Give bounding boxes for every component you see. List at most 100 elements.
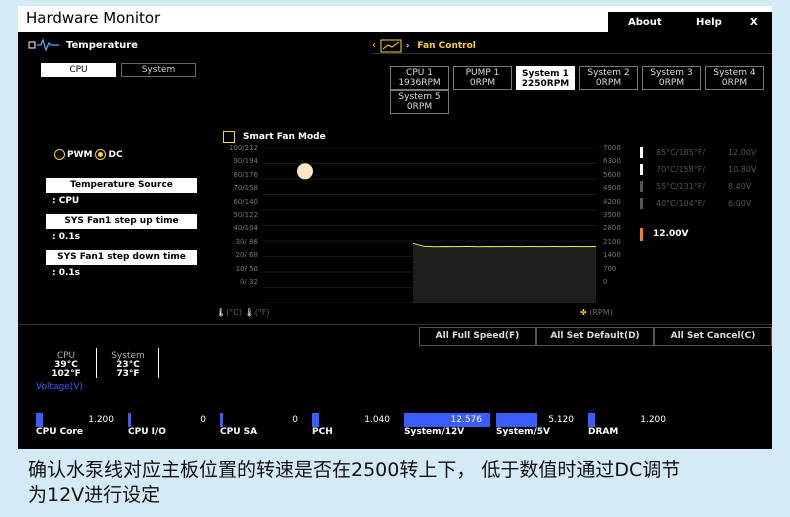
voltage-item: 1.040 PCH: [312, 413, 402, 437]
about-button[interactable]: About: [628, 17, 662, 28]
fan-point-voltage: 6.00V: [728, 199, 752, 208]
voltage-item: 12.576 System/12V: [404, 413, 494, 437]
fan-point-temp: 85°C/185°F/: [656, 148, 706, 157]
voltage-label-text: System/12V: [404, 427, 465, 437]
rpm-tick: 3500: [603, 211, 621, 219]
celsius-unit: (°C): [226, 308, 242, 317]
rpm-tick: 4900: [603, 184, 621, 193]
voltage-item: 5.120 System/5V: [496, 413, 586, 437]
fan-button[interactable]: System 2 0RPM: [579, 66, 638, 90]
rpm-legend: ✤ (RPM): [580, 308, 613, 317]
fahrenheit-unit: (°F): [254, 308, 270, 317]
temperature-header: Temperature: [28, 36, 138, 54]
monitor-divider: [96, 348, 97, 378]
step-up-button[interactable]: SYS Fan1 step up time: [46, 214, 197, 229]
fan-control-label: Fan Control: [417, 40, 476, 51]
fan-button[interactable]: PUMP 1 0RPM: [453, 66, 512, 90]
hardware-monitor-window: Hardware Monitor About Help X Temperatur…: [18, 6, 772, 449]
fan-point-marker[interactable]: [640, 198, 643, 209]
rpm-tick: 5600: [603, 170, 621, 179]
rpm-tick: 4200: [603, 197, 621, 206]
voltage-label-text: CPU I/O: [128, 427, 166, 437]
temperature-units-legend: 🌡(°C) 🌡(°F): [216, 308, 270, 317]
system-temp-f: 73°F: [116, 369, 140, 379]
step-down-button[interactable]: SYS Fan1 step down time: [46, 250, 197, 265]
voltage-value: 1.200: [88, 415, 114, 425]
temperature-tick: 40/104: [233, 224, 258, 233]
fan-point-marker[interactable]: [640, 181, 643, 192]
pwm-radio[interactable]: [54, 149, 65, 160]
caption: 确认水泵线对应主板位置的转速是否在2500转上下， 低于数值时通过DC调节 为1…: [28, 458, 768, 508]
monitor-divider-right: [158, 348, 159, 378]
fan-point-voltage: 10.80V: [728, 165, 757, 174]
rpm-tick: 2100: [603, 237, 621, 246]
voltage-bar-fill: [312, 413, 319, 427]
smart-fan-label: Smart Fan Mode: [243, 132, 326, 142]
thermometer-f-icon: 🌡: [244, 308, 255, 317]
fan-icon: ✤: [580, 308, 587, 317]
dc-label: DC: [108, 149, 123, 160]
close-button[interactable]: X: [750, 17, 758, 28]
fan-point-voltage: 12.00V: [728, 148, 757, 157]
voltage-value: 12.576: [450, 415, 483, 425]
fan-rpm: 0RPM: [406, 102, 433, 112]
mode-radio-group: PWM DC: [54, 149, 123, 160]
step-down-value: : 0.1s: [52, 268, 81, 278]
fan-point-marker[interactable]: [640, 147, 643, 158]
dc-radio[interactable]: [95, 149, 107, 160]
fan-name: PUMP 1: [465, 68, 500, 78]
fan-rpm: 1936RPM: [398, 78, 441, 88]
section-divider: [18, 324, 772, 325]
set-default-button[interactable]: All Set Default(D): [536, 327, 654, 346]
fan-button[interactable]: System 3 0RPM: [642, 66, 701, 90]
rpm-tick: 7000: [603, 144, 621, 152]
fan-button[interactable]: CPU 1 1936RPM: [390, 66, 449, 90]
fan-control-right-chevron-icon[interactable]: ›: [406, 41, 409, 50]
step-up-value: : 0.1s: [52, 232, 81, 242]
fan-name: System 4: [713, 68, 756, 78]
set-cancel-button[interactable]: All Set Cancel(C): [654, 327, 772, 346]
fan-button[interactable]: System 1 2250RPM: [516, 66, 575, 90]
rpm-history-line: [412, 242, 596, 248]
temperature-tick: 60/140: [233, 197, 258, 206]
fan-point-temp: 70°C/158°F/: [656, 165, 706, 174]
fan-button[interactable]: System 4 0RPM: [705, 66, 764, 90]
voltage-bar-fill: [588, 413, 595, 427]
smart-fan-checkbox[interactable]: [223, 131, 235, 143]
fan-curve-chart[interactable]: [263, 148, 596, 303]
temperature-tick: 100/212: [228, 144, 258, 152]
app-title: Hardware Monitor: [26, 9, 161, 27]
temperature-tick: 90/194: [233, 157, 258, 166]
temperature-tick: 10/ 50: [235, 264, 258, 273]
fan-name: System 1: [522, 69, 569, 79]
temp-source-button[interactable]: Temperature Source: [46, 178, 197, 193]
fan-name: CPU 1: [406, 68, 433, 78]
fan-control-left-chevron-icon[interactable]: ‹: [372, 40, 376, 51]
voltage-item: 1.200 DRAM: [588, 413, 678, 437]
voltage-item: 0 CPU I/O: [128, 413, 218, 437]
caption-line-1: 确认水泵线对应主板位置的转速是否在2500转上下， 低于数值时通过DC调节: [28, 459, 681, 481]
tab-cpu[interactable]: CPU: [41, 63, 116, 77]
voltage-bar-fill: [36, 413, 43, 427]
voltage-value: 0: [292, 415, 298, 425]
fan-point-marker[interactable]: [640, 164, 643, 175]
cpu-temp-readout: CPU 39°C 102°F: [46, 352, 86, 379]
tab-system[interactable]: System: [121, 63, 196, 77]
help-button[interactable]: Help: [696, 17, 722, 28]
voltage-label-text: PCH: [312, 427, 333, 437]
fan-button[interactable]: System 5 0RPM: [390, 90, 449, 114]
full-speed-button[interactable]: All Full Speed(F): [419, 327, 536, 346]
dc-radio-dot: [98, 152, 104, 157]
temperature-tick: 20/ 68: [235, 251, 258, 260]
voltage-value: 5.120: [548, 415, 574, 425]
voltage-label-text: DRAM: [588, 427, 619, 437]
rpm-tick: 1400: [603, 251, 621, 260]
current-voltage-marker: [640, 228, 643, 241]
fan-rpm: 2250RPM: [521, 79, 570, 89]
voltage-value: 1.200: [640, 415, 666, 425]
fan-name: System 5: [398, 92, 441, 102]
cpu-temp-f: 102°F: [51, 369, 81, 379]
rpm-history-area: [413, 243, 596, 303]
fan-curve-point[interactable]: [297, 163, 313, 180]
thermometer-c-icon: 🌡: [216, 308, 227, 317]
